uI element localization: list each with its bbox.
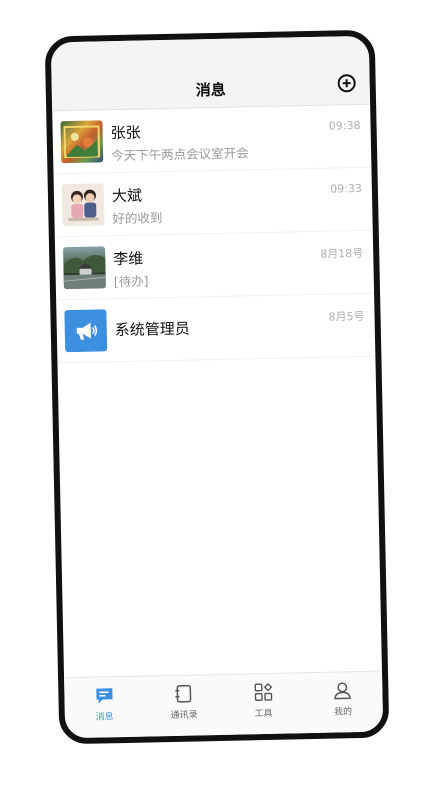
user-profile-icon — [334, 682, 352, 700]
tab-label: 消息 — [95, 712, 114, 723]
tab-contacts[interactable]: 通讯录 — [144, 675, 225, 737]
tab-label: 我的 — [333, 707, 353, 718]
grid-apps-icon — [254, 683, 273, 701]
page-title: 消息 — [195, 80, 226, 100]
bottom-tab-bar: 消息 通讯录 工具 我的 — [64, 670, 384, 739]
message-list: 张张 今天下午两点会议室开会 09:38 大斌 好的收到 09:33 李维 [待… — [52, 104, 376, 364]
avatar — [60, 120, 104, 164]
tab-label: 工具 — [254, 708, 273, 720]
contact-name: 系统管理员 — [114, 319, 190, 340]
message-row-zhangzhang[interactable]: 张张 今天下午两点会议室开会 09:38 — [52, 104, 372, 175]
tab-tools[interactable]: 工具 — [223, 673, 304, 735]
message-time: 8月5号 — [328, 309, 365, 324]
contact-name: 大斌 — [111, 186, 143, 206]
phone-frame: 消息 张张 今天下午两点会议室开会 09:38 大斌 好的收到 09:33 李维… — [44, 29, 390, 745]
message-time: 09:38 — [328, 118, 361, 133]
chat-bubble-icon — [96, 688, 113, 704]
message-row-dabin[interactable]: 大斌 好的收到 09:33 — [53, 167, 373, 238]
tab-label: 通讯录 — [170, 710, 198, 722]
message-time: 09:33 — [330, 181, 363, 196]
contact-name: 张张 — [110, 123, 141, 143]
message-preview: [待办] — [113, 273, 149, 290]
message-time: 8月18号 — [320, 246, 364, 261]
tab-me[interactable]: 我的 — [303, 672, 384, 734]
message-row-liwei[interactable]: 李维 [待办] 8月18号 — [54, 230, 375, 301]
message-preview: 好的收到 — [112, 210, 163, 227]
megaphone-icon — [64, 309, 108, 353]
avatar — [63, 246, 106, 290]
avatar — [61, 183, 105, 227]
tab-messages[interactable]: 消息 — [64, 677, 145, 739]
message-row-system-admin[interactable]: 系统管理员 8月5号 — [56, 293, 376, 364]
contact-name: 李维 — [113, 249, 144, 269]
address-book-icon — [175, 684, 192, 703]
top-bar: 消息 — [50, 35, 371, 112]
message-preview: 今天下午两点会议室开会 — [110, 145, 249, 164]
